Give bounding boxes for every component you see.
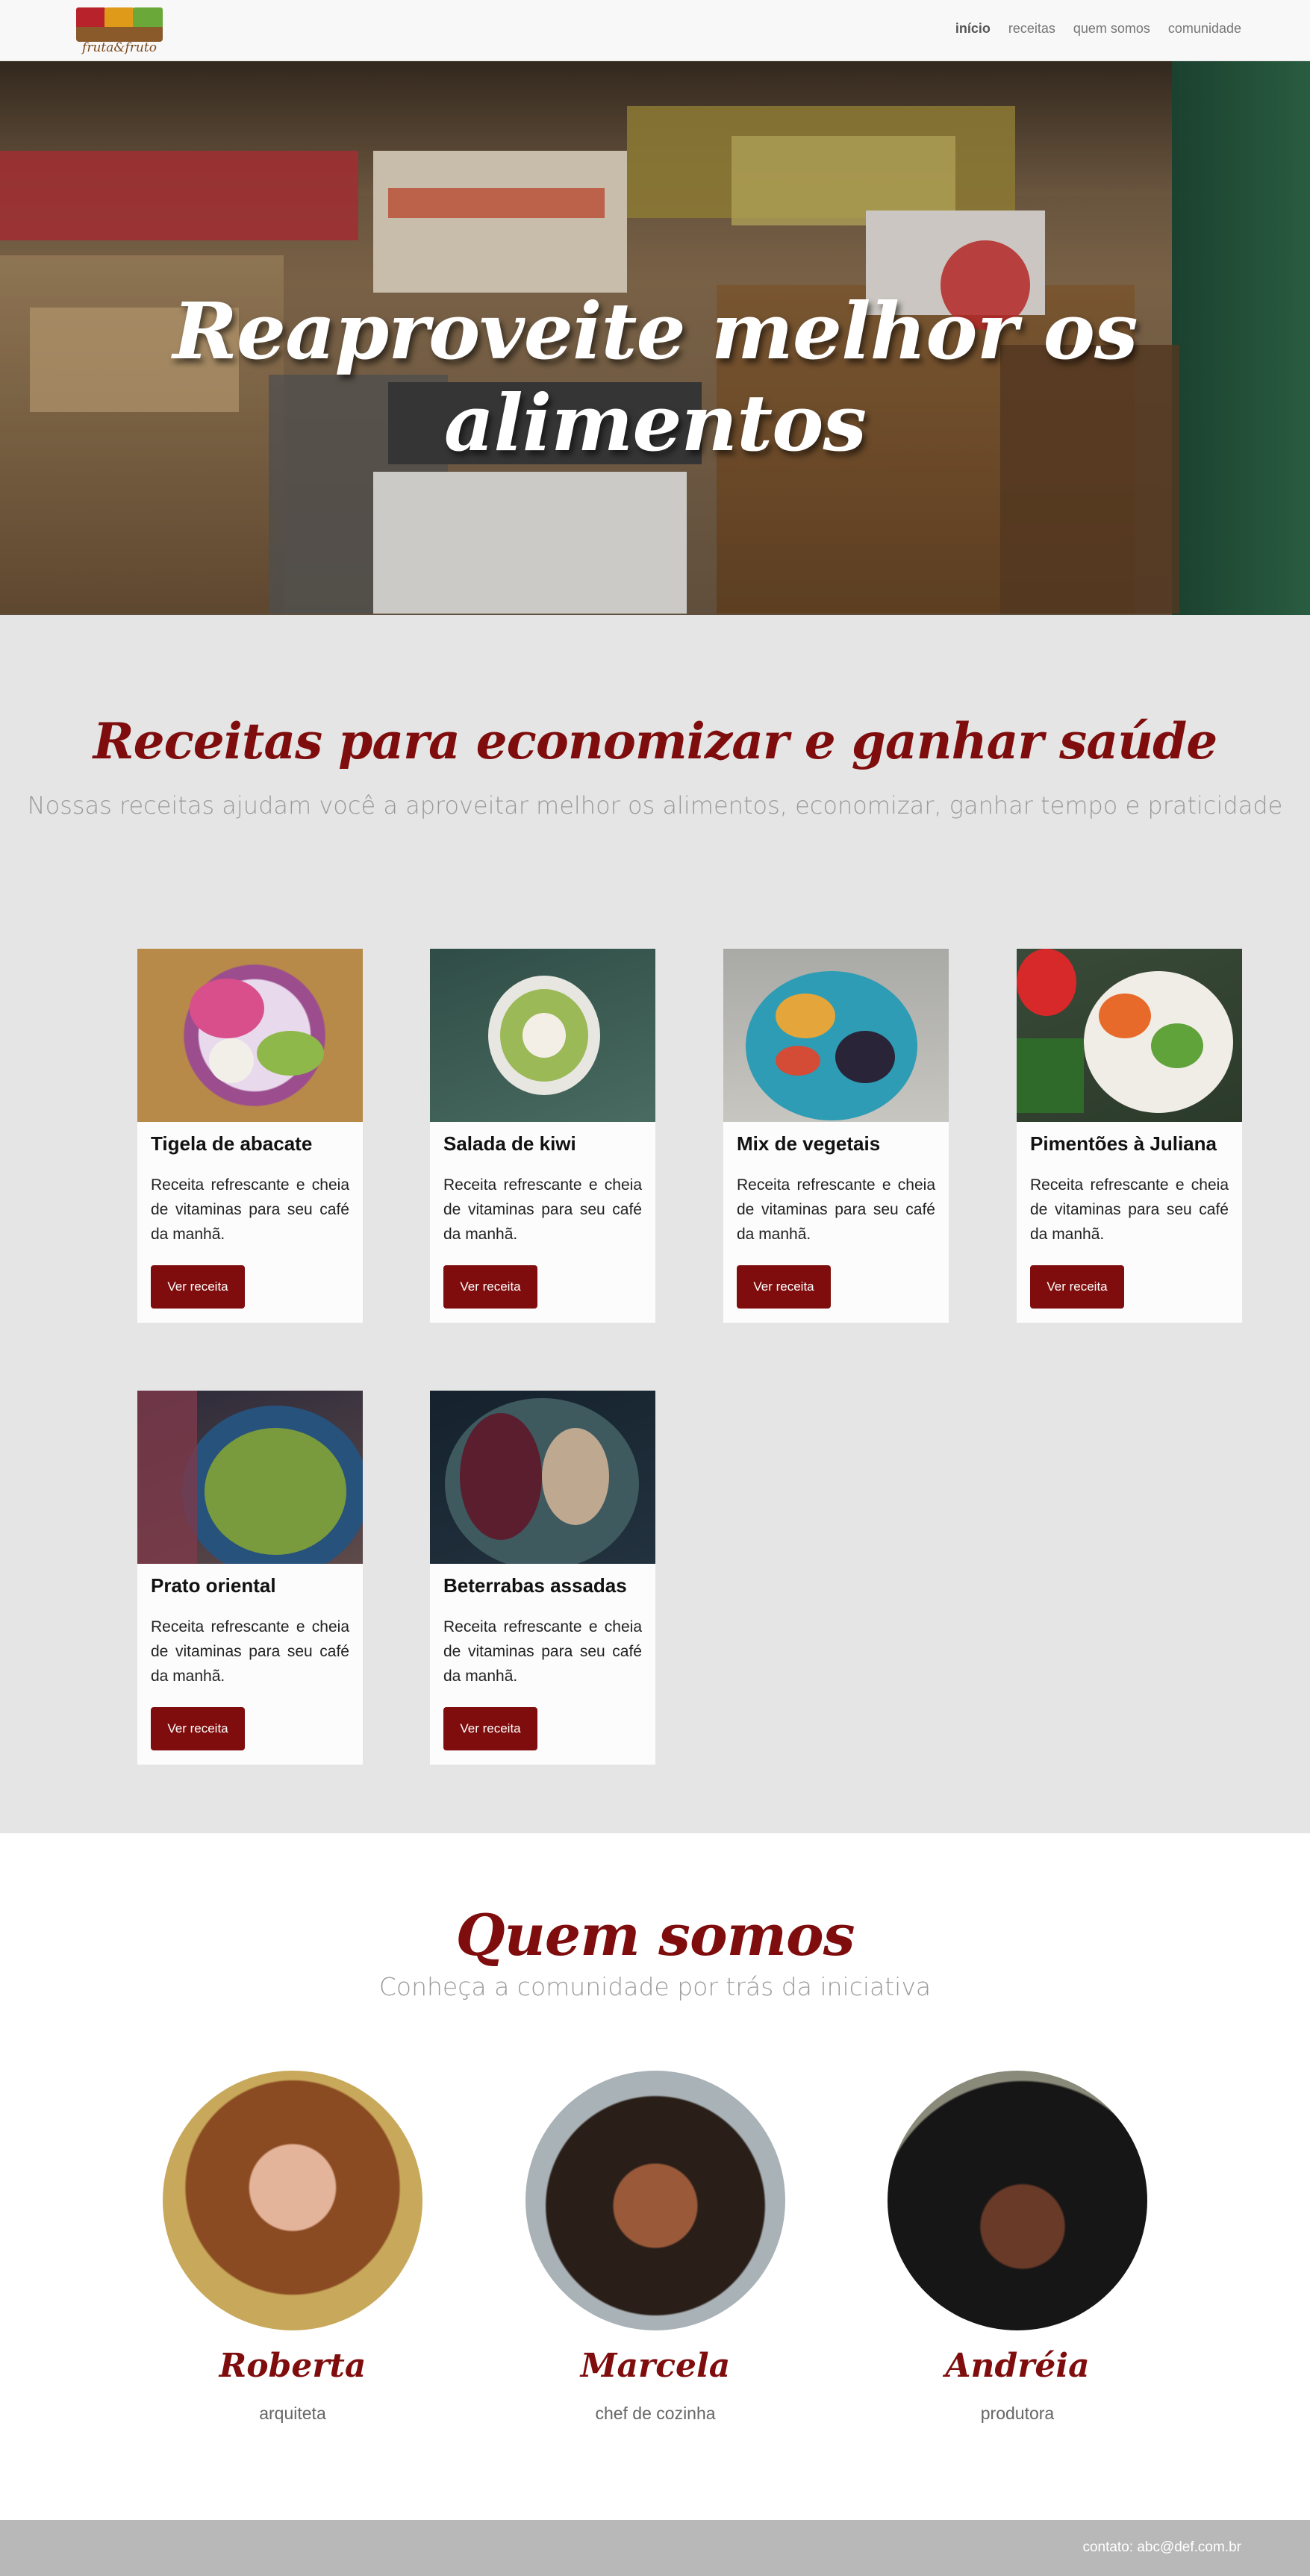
recipe-title: Prato oriental	[151, 1574, 276, 1597]
avatar	[888, 2071, 1147, 2330]
view-recipe-button[interactable]: Ver receita	[443, 1707, 537, 1750]
view-recipe-button[interactable]: Ver receita	[737, 1265, 831, 1309]
main-nav: início receitas quem somos comunidade	[955, 21, 1241, 37]
nav-item-quem-somos[interactable]: quem somos	[1073, 21, 1150, 37]
recipe-card: Prato oriental Receita refrescante e che…	[137, 1391, 363, 1765]
recipe-image-vegetable-mix	[723, 949, 949, 1122]
footer-contact: contato: abc@def.com.br	[1082, 2539, 1241, 2555]
nav-item-inicio[interactable]: início	[955, 21, 991, 37]
recipe-card: Salada de kiwi Receita refrescante e che…	[430, 949, 655, 1323]
team-member: Roberta arquiteta	[163, 2071, 422, 2444]
recipe-description: Receita refrescante e cheia de vitaminas…	[737, 1176, 935, 1243]
recipe-description: Receita refrescante e cheia de vitaminas…	[151, 1176, 349, 1243]
recipe-description: Receita refrescante e cheia de vitaminas…	[151, 1618, 349, 1685]
recipe-image-pepper-salad	[1017, 949, 1242, 1122]
member-name: Marcela	[580, 2347, 731, 2385]
recipe-title: Mix de vegetais	[737, 1132, 881, 1155]
about-subtitle: Conheça a comunidade por trás da iniciat…	[378, 1972, 932, 2001]
view-recipe-button[interactable]: Ver receita	[443, 1265, 537, 1309]
recipe-card: Tigela de abacate Receita refrescante e …	[137, 949, 363, 1323]
recipe-description: Receita refrescante e cheia de vitaminas…	[443, 1176, 642, 1243]
recipes-section: Receitas para economizar e ganhar saúde …	[0, 615, 1310, 1833]
team-member: Marcela chef de cozinha	[525, 2071, 785, 2444]
member-role: arquiteta	[259, 2404, 326, 2423]
about-title: Quem somos	[455, 1902, 855, 1968]
recipes-subtitle: Nossas receitas ajudam você a aproveitar…	[27, 791, 1283, 820]
recipe-image-oriental-plate	[137, 1391, 363, 1564]
member-name: Andréia	[945, 2347, 1090, 2385]
recipe-description: Receita refrescante e cheia de vitaminas…	[443, 1618, 642, 1685]
recipe-image-kiwi-bowl	[430, 949, 655, 1122]
avatar	[163, 2071, 422, 2330]
member-name: Roberta	[219, 2347, 367, 2385]
avatar	[525, 2071, 785, 2330]
nav-item-comunidade[interactable]: comunidade	[1168, 21, 1241, 37]
hero-banner: Reaproveite melhor os alimentos	[0, 61, 1310, 615]
recipe-title: Salada de kiwi	[443, 1132, 576, 1155]
hero-title: Reaproveite melhor os alimentos	[172, 285, 1138, 469]
recipes-title: Receitas para economizar e ganhar saúde	[93, 712, 1217, 770]
recipe-description: Receita refrescante e cheia de vitaminas…	[1030, 1176, 1229, 1243]
member-role: produtora	[980, 2404, 1055, 2423]
recipe-card: Beterrabas assadas Receita refrescante e…	[430, 1391, 655, 1765]
navbar: fruta&fruto início receitas quem somos c…	[0, 0, 1310, 61]
view-recipe-button[interactable]: Ver receita	[151, 1265, 245, 1309]
recipe-title: Pimentões à Juliana	[1030, 1132, 1217, 1155]
recipe-image-avocado-bowl	[137, 949, 363, 1122]
nav-item-receitas[interactable]: receitas	[1008, 21, 1055, 37]
view-recipe-button[interactable]: Ver receita	[1030, 1265, 1124, 1309]
recipe-title: Tigela de abacate	[151, 1132, 313, 1155]
view-recipe-button[interactable]: Ver receita	[151, 1707, 245, 1750]
footer: contato: abc@def.com.br	[0, 2520, 1310, 2576]
team-member: Andréia produtora	[888, 2071, 1147, 2444]
recipe-card: Mix de vegetais Receita refrescante e ch…	[723, 949, 949, 1323]
recipe-image-roasted-beets	[430, 1391, 655, 1564]
recipe-card: Pimentões à Juliana Receita refrescante …	[1017, 949, 1242, 1323]
recipe-title: Beterrabas assadas	[443, 1574, 627, 1597]
about-section: Quem somos Conheça a comunidade por trás…	[0, 1833, 1310, 2520]
brand-logo[interactable]: fruta&fruto	[73, 4, 166, 58]
crate-icon	[76, 7, 163, 42]
member-role: chef de cozinha	[595, 2404, 716, 2423]
logo-text: fruta&fruto	[82, 40, 157, 55]
